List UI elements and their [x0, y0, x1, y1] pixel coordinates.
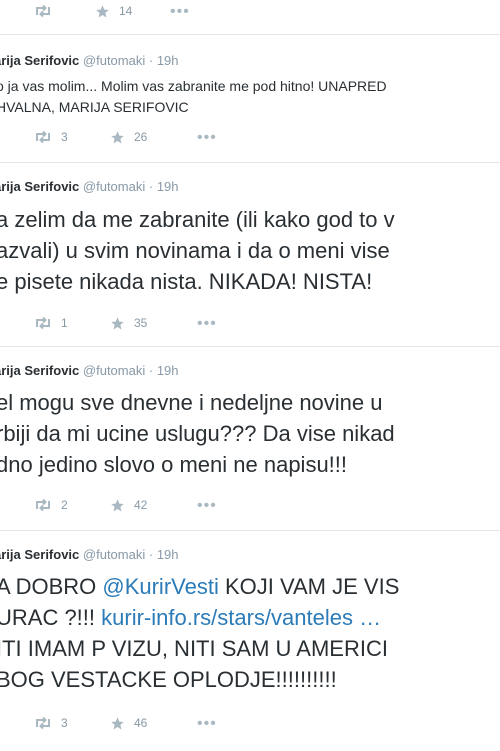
favorite-button[interactable]: 14 — [95, 0, 132, 22]
more-icon[interactable]: ••• — [197, 315, 217, 333]
retweet-count: 3 — [61, 716, 68, 730]
tweet-time[interactable]: 19h — [157, 53, 179, 68]
retweet-button[interactable]: 1 — [34, 312, 68, 334]
tweet: arija Serifovic @futomaki · 19h a zelim … — [0, 162, 500, 347]
more-icon[interactable]: ••• — [197, 715, 217, 733]
retweet-count: 1 — [61, 316, 68, 330]
url-link[interactable]: kurir-info.rs/stars/vanteles — [101, 605, 353, 630]
tweet-time[interactable]: 19h — [157, 363, 179, 378]
favorite-count: 42 — [134, 498, 148, 512]
retweet-icon — [36, 4, 50, 18]
tweet: arija Serifovic @futomaki · 19h A DOBRO … — [0, 530, 500, 751]
retweet-icon — [36, 498, 50, 512]
favorite-count: 35 — [134, 316, 148, 330]
tweet-actions: 2 42 ••• — [0, 494, 500, 516]
url-link-ellipsis[interactable]: … — [353, 605, 381, 630]
star-icon — [111, 316, 124, 329]
author-handle[interactable]: @futomaki — [83, 547, 145, 562]
favorite-count: 14 — [119, 4, 133, 18]
retweet-count: 3 — [61, 130, 68, 144]
author-handle[interactable]: @futomaki — [83, 53, 145, 68]
favorite-count: 26 — [134, 130, 148, 144]
author-name[interactable]: arija Serifovic — [0, 53, 79, 68]
retweet-button[interactable]: 3 — [34, 126, 68, 148]
favorite-button[interactable]: 42 — [110, 494, 147, 516]
retweet-icon — [36, 316, 50, 330]
tweet-text: A DOBRO @KurirVesti KOJI VAM JE VIS URAC… — [0, 574, 400, 692]
tweet-header: arija Serifovic @futomaki · 19h — [0, 363, 179, 378]
retweet-count: 2 — [61, 498, 68, 512]
mention-link[interactable]: @KurirVesti — [102, 574, 218, 599]
tweet-time[interactable]: 19h — [157, 179, 179, 194]
retweet-button[interactable]: 2 — [34, 494, 68, 516]
tweet-header: arija Serifovic @futomaki · 19h — [0, 179, 179, 194]
author-name[interactable]: arija Serifovic — [0, 547, 79, 562]
tweet-time[interactable]: 19h — [157, 547, 179, 562]
top-tweet-actions: 14 ••• — [0, 0, 500, 22]
tweet: arija Serifovic @futomaki · 19h el mogu … — [0, 346, 500, 531]
tweet: arija Serifovic @futomaki · 19h o ja vas… — [0, 34, 500, 163]
retweet-button[interactable]: 3 — [34, 712, 68, 734]
author-name[interactable]: arija Serifovic — [0, 179, 79, 194]
tweet-header: arija Serifovic @futomaki · 19h — [0, 53, 179, 68]
more-icon[interactable]: ••• — [197, 497, 217, 515]
more-icon[interactable]: ••• — [197, 129, 217, 147]
tweet-text: el mogu sve dnevne i nedeljne novine u r… — [0, 390, 395, 477]
favorite-button[interactable]: 46 — [110, 712, 147, 734]
tweet-header: arija Serifovic @futomaki · 19h — [0, 547, 179, 562]
star-icon — [111, 130, 124, 143]
author-name[interactable]: arija Serifovic — [0, 363, 79, 378]
favorite-button[interactable]: 26 — [110, 126, 147, 148]
tweet-text: a zelim da me zabranite (ili kako god to… — [0, 207, 395, 294]
author-handle[interactable]: @futomaki — [83, 363, 145, 378]
tweet-actions: 3 46 ••• — [0, 712, 500, 734]
retweet-icon — [36, 130, 50, 144]
star-icon — [111, 716, 124, 729]
more-icon[interactable]: ••• — [170, 3, 190, 21]
retweet-button[interactable] — [34, 0, 61, 22]
favorite-count: 46 — [134, 716, 148, 730]
tweet-text: o ja vas molim... Molim vas zabranite me… — [0, 78, 387, 115]
favorite-button[interactable]: 35 — [110, 312, 147, 334]
star-icon — [111, 498, 124, 511]
star-icon — [96, 4, 109, 17]
author-handle[interactable]: @futomaki — [83, 179, 145, 194]
retweet-icon — [36, 716, 50, 730]
tweet-actions: 3 26 ••• — [0, 126, 500, 148]
tweet-actions: 1 35 ••• — [0, 312, 500, 334]
